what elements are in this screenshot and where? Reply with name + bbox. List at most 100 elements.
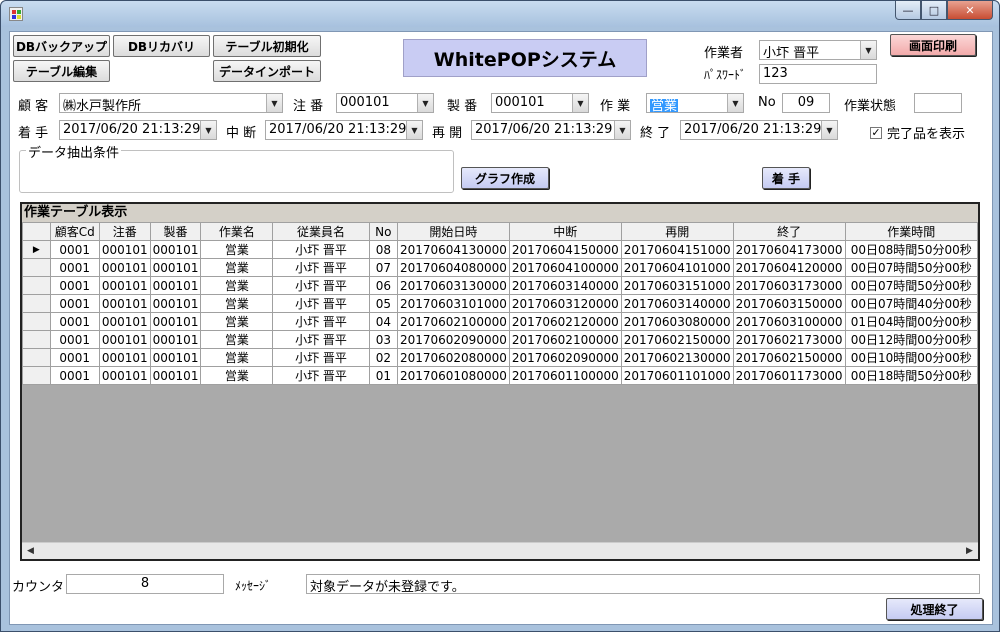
graph-button[interactable]: グラフ作成 — [461, 167, 549, 189]
row-header[interactable] — [22, 330, 51, 349]
close-button[interactable]: ✕ — [947, 1, 993, 20]
table-cell[interactable]: 20170602090000 — [396, 330, 510, 349]
table-cell[interactable]: 01 — [368, 366, 398, 385]
chevron-down-icon[interactable]: ▼ — [417, 94, 433, 112]
table-cell[interactable]: 000101 — [98, 366, 151, 385]
start-datetime-picker[interactable]: 2017/06/20 21:13:29 ▼ — [59, 120, 217, 140]
table-cell[interactable]: 000101 — [149, 240, 202, 259]
db-backup-button[interactable]: DBバックアップ — [13, 35, 110, 57]
table-cell[interactable]: 02 — [368, 348, 398, 367]
row-header[interactable] — [22, 312, 51, 331]
table-cell[interactable]: 営業 — [200, 330, 274, 349]
table-cell[interactable]: 営業 — [200, 240, 274, 259]
table-cell[interactable]: 20170602173000 — [732, 330, 846, 349]
column-header[interactable]: 開始日時 — [396, 222, 510, 241]
table-cell[interactable]: 小圷 晋平 — [272, 258, 370, 277]
table-row[interactable]: 0001 000101 000101 営業 小圷 晋平 01 20170601080000 2… — [22, 366, 978, 385]
table-cell[interactable]: 20170603173000 — [732, 276, 846, 295]
table-row[interactable]: 0001 000101 000101 営業 小圷 晋平 05 20170603101000 2… — [22, 294, 978, 313]
table-cell[interactable]: 20170602100000 — [508, 330, 622, 349]
table-cell[interactable]: 小圷 晋平 — [272, 276, 370, 295]
row-header[interactable] — [22, 276, 51, 295]
table-cell[interactable]: 20170604130000 — [396, 240, 510, 259]
chevron-down-icon[interactable]: ▼ — [200, 121, 216, 139]
table-cell[interactable]: 20170603080000 — [620, 312, 734, 331]
column-header[interactable]: 作業時間 — [844, 222, 978, 241]
table-cell[interactable]: 0001 — [49, 366, 100, 385]
table-cell[interactable]: 20170604100000 — [508, 258, 622, 277]
table-row[interactable]: 0001 000101 000101 営業 小圷 晋平 02 20170602080000 2… — [22, 348, 978, 367]
table-cell[interactable]: 000101 — [149, 276, 202, 295]
order-combo[interactable]: 000101 ▼ — [336, 93, 434, 113]
column-header[interactable]: 作業名 — [200, 222, 274, 241]
title-bar[interactable]: — □ ✕ — [1, 1, 999, 27]
table-cell[interactable]: 20170603130000 — [396, 276, 510, 295]
table-cell[interactable]: 00日07時間50分00秒 — [844, 258, 978, 277]
minimize-button[interactable]: — — [895, 1, 921, 20]
column-header[interactable]: 従業員名 — [272, 222, 370, 241]
table-edit-button[interactable]: テーブル編集 — [13, 60, 110, 82]
table-cell[interactable]: 04 — [368, 312, 398, 331]
table-cell[interactable]: 20170604150000 — [508, 240, 622, 259]
column-header[interactable]: 再開 — [620, 222, 734, 241]
table-cell[interactable]: 05 — [368, 294, 398, 313]
table-cell[interactable]: 000101 — [98, 294, 151, 313]
chevron-down-icon[interactable]: ▼ — [821, 121, 837, 139]
show-complete-checkbox[interactable]: ✓ 完了品を表示 — [870, 123, 965, 142]
table-row[interactable]: 0001 000101 000101 営業 小圷 晋平 07 20170604080000 2… — [22, 258, 978, 277]
table-cell[interactable]: 000101 — [149, 348, 202, 367]
chevron-down-icon[interactable]: ▼ — [406, 121, 422, 139]
table-cell[interactable]: 0001 — [49, 240, 100, 259]
table-cell[interactable]: 20170603100000 — [732, 312, 846, 331]
column-header[interactable]: 中断 — [508, 222, 622, 241]
table-cell[interactable]: 000101 — [98, 348, 151, 367]
finish-button[interactable]: 処理終了 — [886, 598, 983, 620]
table-cell[interactable]: 20170604120000 — [732, 258, 846, 277]
table-cell[interactable]: 営業 — [200, 312, 274, 331]
table-cell[interactable]: 営業 — [200, 348, 274, 367]
table-cell[interactable]: 20170603101000 — [396, 294, 510, 313]
table-cell[interactable]: 20170601080000 — [396, 366, 510, 385]
column-header[interactable]: 注番 — [98, 222, 151, 241]
table-cell[interactable]: 000101 — [149, 330, 202, 349]
table-cell[interactable]: 000101 — [98, 240, 151, 259]
table-cell[interactable]: 20170604151000 — [620, 240, 734, 259]
table-cell[interactable]: 00日07時間50分00秒 — [844, 276, 978, 295]
table-cell[interactable]: 00日18時間50分00秒 — [844, 366, 978, 385]
column-header[interactable]: No — [368, 222, 398, 241]
table-cell[interactable]: 000101 — [149, 258, 202, 277]
worker-combo[interactable]: 小圷 晋平 ▼ — [759, 40, 877, 60]
password-field[interactable]: 123 — [759, 64, 877, 84]
app-icon[interactable] — [9, 7, 23, 21]
no-field[interactable]: 09 — [782, 93, 830, 113]
table-cell[interactable]: 20170602150000 — [732, 348, 846, 367]
maximize-button[interactable]: □ — [921, 1, 947, 20]
table-cell[interactable]: 0001 — [49, 330, 100, 349]
table-cell[interactable]: 20170603151000 — [620, 276, 734, 295]
table-cell[interactable]: 営業 — [200, 366, 274, 385]
table-cell[interactable]: 20170603140000 — [620, 294, 734, 313]
table-cell[interactable]: 000101 — [149, 294, 202, 313]
table-cell[interactable]: 営業 — [200, 258, 274, 277]
resume-datetime-picker[interactable]: 2017/06/20 21:13:29 ▼ — [471, 120, 631, 140]
table-row[interactable]: 0001 000101 000101 営業 小圷 晋平 04 20170602100000 2… — [22, 312, 978, 331]
table-cell[interactable]: 0001 — [49, 348, 100, 367]
chevron-down-icon[interactable]: ▼ — [614, 121, 630, 139]
column-header[interactable]: 顧客Cd — [49, 222, 100, 241]
table-row[interactable]: 0001 000101 000101 営業 小圷 晋平 03 20170602090000 2… — [22, 330, 978, 349]
table-cell[interactable]: 08 — [368, 240, 398, 259]
table-cell[interactable]: 営業 — [200, 276, 274, 295]
table-cell[interactable]: 20170602090000 — [508, 348, 622, 367]
chevron-down-icon[interactable]: ▼ — [572, 94, 588, 112]
table-cell[interactable]: 20170601101000 — [620, 366, 734, 385]
table-cell[interactable]: 20170602150000 — [620, 330, 734, 349]
table-cell[interactable]: 0001 — [49, 294, 100, 313]
table-cell[interactable]: 06 — [368, 276, 398, 295]
row-header[interactable]: ▶ — [22, 240, 51, 259]
table-cell[interactable]: 0001 — [49, 312, 100, 331]
row-header[interactable] — [22, 366, 51, 385]
row-header[interactable] — [22, 294, 51, 313]
table-cell[interactable]: 0001 — [49, 276, 100, 295]
checkbox-check-icon[interactable]: ✓ — [870, 126, 882, 139]
table-cell[interactable]: 00日10時間00分00秒 — [844, 348, 978, 367]
